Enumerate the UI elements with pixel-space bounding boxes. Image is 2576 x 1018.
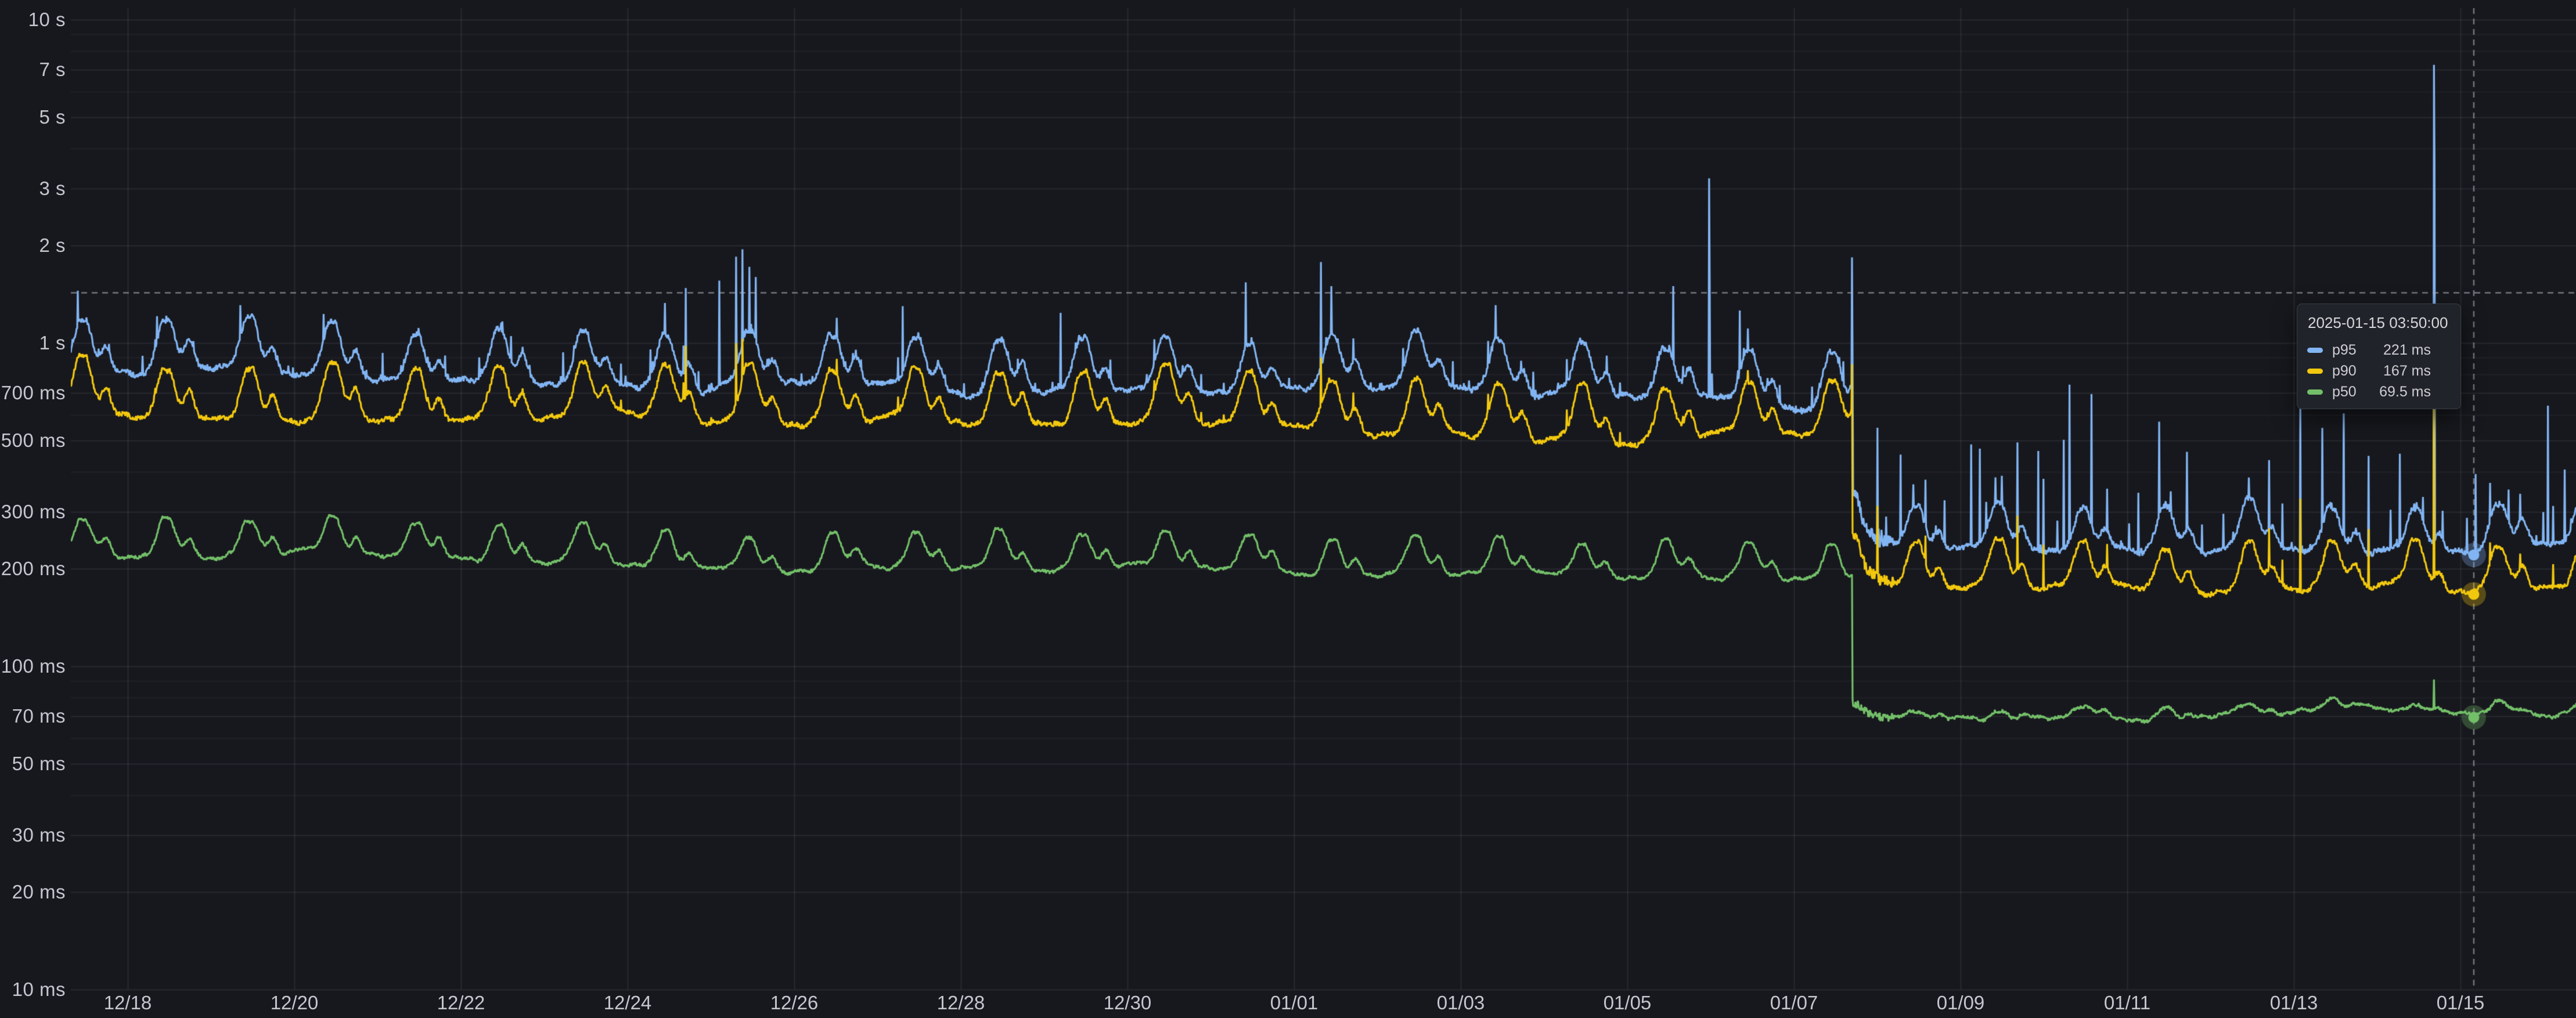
y-tick-label: 30 ms (0, 824, 66, 847)
x-tick-label: 01/05 (1581, 992, 1674, 1014)
p95-series-swatch (2307, 348, 2323, 353)
y-tick-label: 500 ms (0, 429, 66, 452)
y-tick-label: 2 s (0, 234, 66, 257)
x-tick-label: 12/18 (81, 992, 174, 1014)
y-tick-label: 10 s (0, 8, 66, 31)
timeseries-chart-canvas[interactable] (0, 0, 2576, 1018)
y-tick-label: 20 ms (0, 880, 66, 904)
tooltip-series-label: p90 (2332, 363, 2379, 380)
tooltip-row-p50: p50 69.5 ms (2307, 381, 2451, 402)
y-tick-label: 700 ms (0, 381, 66, 405)
x-tick-label: 12/22 (415, 992, 507, 1014)
x-tick-label: 12/30 (1081, 992, 1174, 1014)
y-tick-label: 300 ms (0, 500, 66, 524)
x-tick-label: 01/07 (1748, 992, 1840, 1014)
x-tick-label: 01/01 (1248, 992, 1341, 1014)
tooltip-row-p90: p90 167 ms (2307, 360, 2451, 381)
y-tick-label: 7 s (0, 58, 66, 81)
y-tick-label: 70 ms (0, 705, 66, 728)
tooltip-row-p95: p95 221 ms (2307, 340, 2451, 360)
x-tick-label: 12/26 (748, 992, 841, 1014)
hover-tooltip: 2025-01-15 03:50:00 p95 221 ms p90 167 m… (2297, 304, 2461, 409)
tooltip-timestamp: 2025-01-15 03:50:00 (2308, 314, 2451, 332)
tooltip-series-value: 69.5 ms (2379, 384, 2431, 400)
tooltip-series-value: 167 ms (2383, 363, 2431, 380)
x-tick-label: 01/13 (2247, 992, 2340, 1014)
y-tick-label: 200 ms (0, 557, 66, 580)
y-tick-label: 10 ms (0, 978, 66, 1001)
x-tick-label: 12/28 (914, 992, 1007, 1014)
y-tick-label: 5 s (0, 106, 66, 129)
tooltip-series-value: 221 ms (2383, 342, 2431, 359)
y-tick-label: 100 ms (0, 655, 66, 678)
x-tick-label: 01/11 (2081, 992, 2174, 1014)
y-tick-label: 1 s (0, 331, 66, 355)
latency-percentiles-panel: 10 s 7 s 5 s 3 s 2 s 1 s 700 ms 500 ms 300 ms 200… (0, 0, 2576, 1018)
p50-series-swatch (2307, 389, 2323, 395)
p90-series-swatch (2307, 369, 2323, 374)
tooltip-series-label: p50 (2332, 384, 2379, 400)
y-tick-label: 3 s (0, 177, 66, 200)
x-tick-label: 01/03 (1414, 992, 1507, 1014)
tooltip-series-label: p95 (2332, 342, 2379, 359)
x-tick-label: 12/20 (248, 992, 341, 1014)
x-tick-label: 01/09 (1914, 992, 2007, 1014)
x-tick-label: 01/15 (2414, 992, 2507, 1014)
y-tick-label: 50 ms (0, 752, 66, 775)
x-tick-label: 12/24 (581, 992, 674, 1014)
